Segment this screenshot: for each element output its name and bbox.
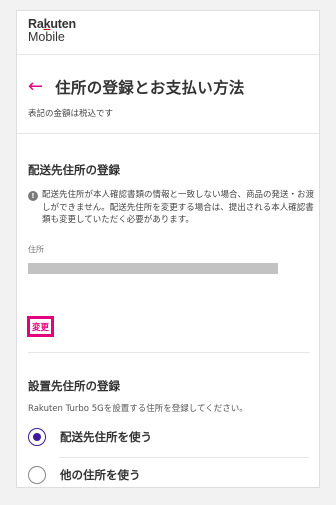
- section-divider: [28, 352, 310, 353]
- radio-label: 配送先住所を使う: [60, 430, 152, 444]
- logo-wordmark-bottom: Mobile: [28, 30, 65, 44]
- checkout-card: Rakuten Mobile ← 住所の登録とお支払い方法 表記の金額は税込です…: [16, 10, 320, 488]
- tax-note: 表記の金額は税込です: [28, 109, 114, 119]
- radio-button-selected[interactable]: [28, 428, 46, 446]
- radio-option-other-address[interactable]: 他の住所を使う: [28, 466, 141, 484]
- radio-button[interactable]: [28, 466, 46, 484]
- info-icon: !: [28, 191, 38, 201]
- radio-option-use-shipping[interactable]: 配送先住所を使う: [28, 428, 152, 446]
- radio-label: 他の住所を使う: [60, 468, 141, 482]
- page-title: 住所の登録とお支払い方法: [55, 79, 245, 97]
- page-header: ← 住所の登録とお支払い方法: [28, 76, 245, 98]
- change-address-button[interactable]: 変更: [27, 316, 55, 337]
- installation-section-title: 設置先住所の登録: [28, 379, 120, 393]
- header-divider: [17, 54, 319, 55]
- option-divider: [59, 457, 309, 458]
- rakuten-mobile-logo: Rakuten Mobile: [28, 18, 76, 44]
- address-label: 住所: [28, 245, 44, 254]
- installation-description: Rakuten Turbo 5Gを設置する住所を登録してください。: [28, 404, 248, 414]
- arrow-left-icon[interactable]: ←: [28, 78, 43, 96]
- shipping-notice: ! 配送先住所が本人確認書類の情報と一致しない場合、商品の発送・お渡しができませ…: [28, 189, 314, 227]
- address-value: [28, 263, 278, 274]
- section-divider: [17, 133, 319, 134]
- shipping-section-title: 配送先住所の登録: [28, 163, 120, 177]
- notice-text: 配送先住所が本人確認書類の情報と一致しない場合、商品の発送・お渡しができません。…: [42, 190, 315, 225]
